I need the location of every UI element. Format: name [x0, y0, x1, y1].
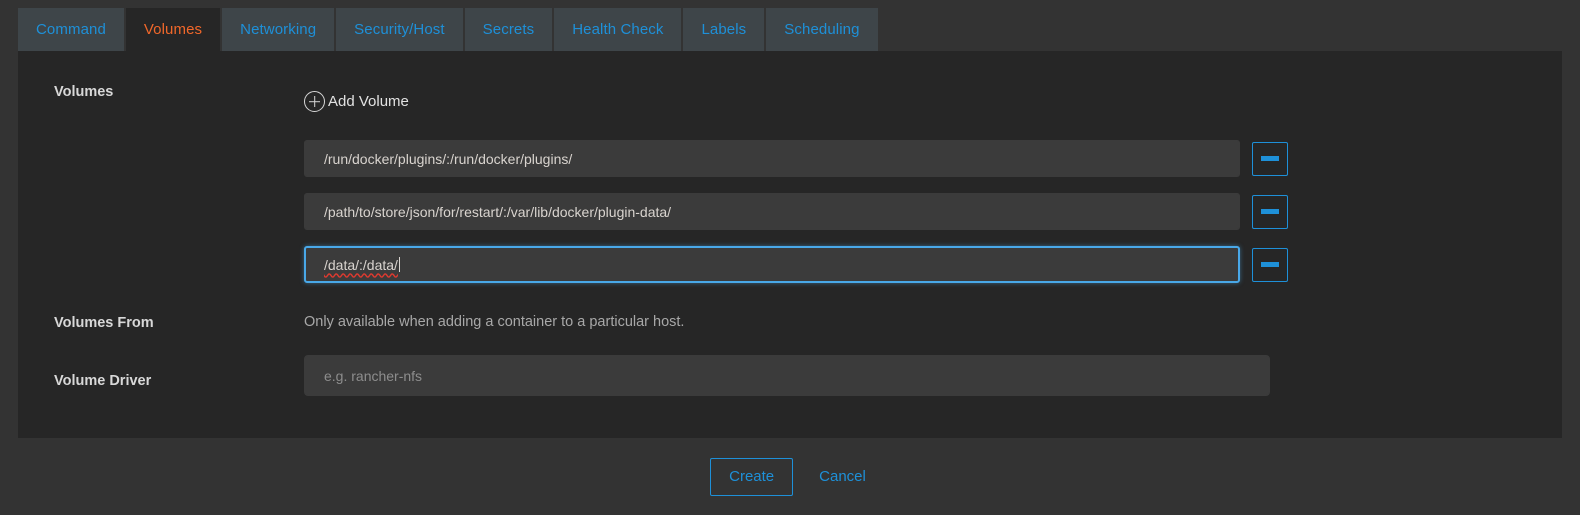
- tab-security-host[interactable]: Security/Host: [336, 8, 463, 51]
- volume-row: [304, 193, 1554, 230]
- volume-driver-input[interactable]: [304, 355, 1270, 396]
- remove-volume-button-2[interactable]: [1252, 194, 1288, 229]
- tab-label: Secrets: [482, 21, 535, 38]
- tab-label: Security/Host: [354, 21, 445, 38]
- add-volume-button[interactable]: Add Volume: [304, 91, 409, 112]
- minus-icon: [1261, 262, 1279, 267]
- remove-volume-button-1[interactable]: [1252, 141, 1288, 176]
- volume-rows-list: /data/:/data/: [304, 140, 1554, 299]
- add-volume-label: Add Volume: [328, 93, 409, 110]
- tab-health-check[interactable]: Health Check: [554, 8, 682, 51]
- volume-row: /data/:/data/: [304, 246, 1554, 283]
- tab-command[interactable]: Command: [18, 8, 124, 51]
- tab-networking[interactable]: Networking: [222, 8, 335, 51]
- tab-label: Volumes: [143, 21, 203, 38]
- tab-secrets[interactable]: Secrets: [464, 8, 553, 51]
- container-config-screen: Command Volumes Networking Security/Host…: [0, 0, 1580, 515]
- tab-label: Command: [36, 21, 106, 38]
- text-caret: [398, 257, 400, 272]
- volume-mapping-input-3[interactable]: /data/:/data/: [304, 246, 1240, 283]
- tab-labels[interactable]: Labels: [683, 8, 765, 51]
- minus-icon: [1261, 156, 1279, 161]
- tab-label: Networking: [240, 21, 317, 38]
- volume-mapping-input-3-text: /data/:/data/: [324, 256, 398, 273]
- tab-label: Labels: [701, 21, 747, 38]
- volumes-from-label: Volumes From: [54, 315, 154, 331]
- tab-scheduling[interactable]: Scheduling: [766, 8, 878, 51]
- form-footer: Create Cancel: [0, 438, 1580, 515]
- tab-volumes[interactable]: Volumes: [125, 8, 221, 51]
- config-tab-bar: Command Volumes Networking Security/Host…: [18, 8, 878, 51]
- cancel-button[interactable]: Cancel: [815, 468, 870, 485]
- minus-icon: [1261, 209, 1279, 214]
- volumes-label: Volumes: [54, 84, 114, 100]
- volume-mapping-input-2[interactable]: [304, 193, 1240, 230]
- create-button[interactable]: Create: [710, 457, 794, 496]
- remove-volume-button-3[interactable]: [1252, 247, 1288, 282]
- volumes-from-help-text: Only available when adding a container t…: [304, 314, 685, 330]
- tab-label: Health Check: [572, 21, 664, 38]
- volumes-panel: Volumes Add Volume /data/:/data/: [18, 51, 1562, 438]
- plus-circle-icon: [304, 91, 325, 112]
- tab-label: Scheduling: [784, 21, 860, 38]
- volume-row: [304, 140, 1554, 177]
- volume-driver-label: Volume Driver: [54, 373, 152, 389]
- volume-mapping-input-1[interactable]: [304, 140, 1240, 177]
